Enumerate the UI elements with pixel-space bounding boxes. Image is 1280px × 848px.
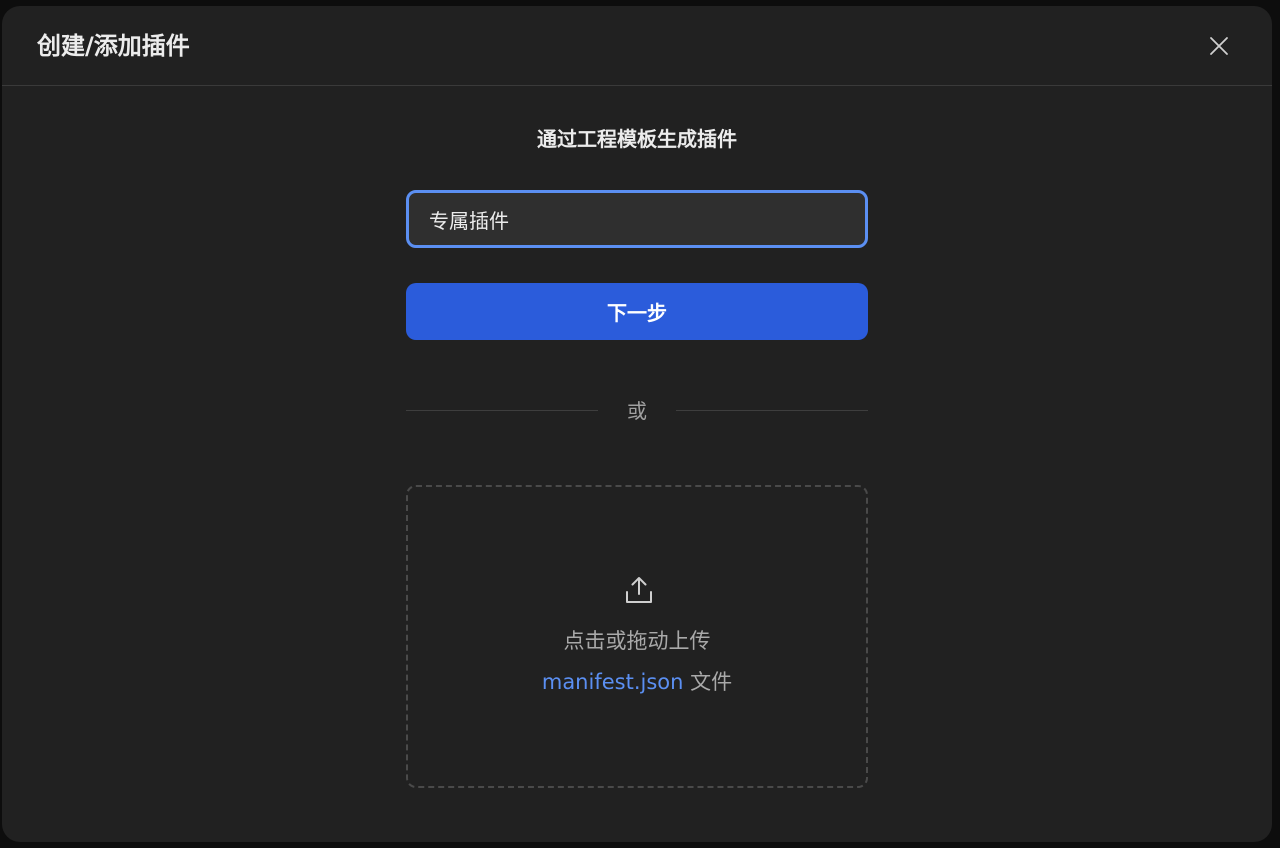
section-title: 通过工程模板生成插件 xyxy=(537,127,737,151)
create-plugin-dialog: 创建/添加插件 通过工程模板生成插件 下一步 或 点击或拖动上传 manifes… xyxy=(2,6,1272,842)
plugin-name-input[interactable] xyxy=(406,190,868,248)
manifest-file-name: manifest.json xyxy=(541,670,684,694)
next-step-button[interactable]: 下一步 xyxy=(406,283,868,340)
close-button[interactable] xyxy=(1205,32,1233,60)
file-suffix: 文件 xyxy=(683,670,733,694)
dialog-header: 创建/添加插件 xyxy=(2,6,1272,86)
or-divider: 或 xyxy=(406,398,868,424)
upload-file-hint: manifest.json 文件 xyxy=(408,668,866,696)
upload-icon xyxy=(626,577,652,603)
upload-instruction: 点击或拖动上传 xyxy=(563,629,711,653)
close-icon xyxy=(1210,37,1228,55)
manifest-upload-dropzone[interactable]: 点击或拖动上传 manifest.json 文件 xyxy=(406,485,868,788)
dialog-title: 创建/添加插件 xyxy=(37,32,190,60)
divider-line-right xyxy=(676,410,868,411)
divider-text: 或 xyxy=(627,399,647,423)
